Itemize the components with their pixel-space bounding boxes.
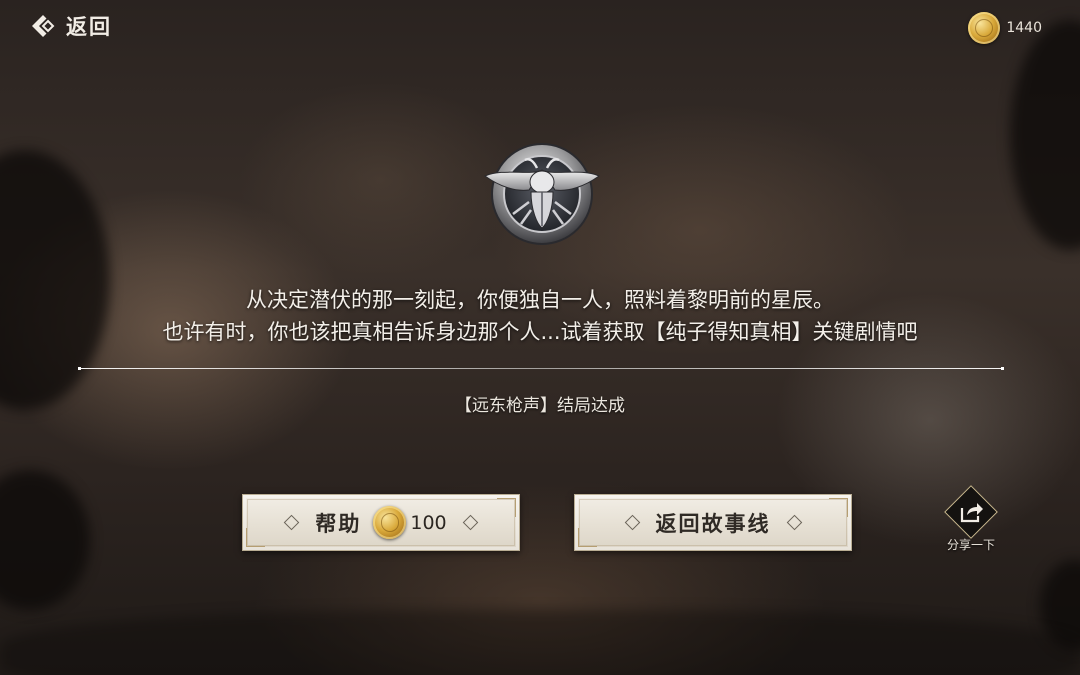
coin-balance: 1440	[968, 12, 1042, 44]
gold-coin-icon	[968, 12, 1001, 44]
return-storyline-button[interactable]: 返回故事线	[574, 494, 852, 551]
help-label: 帮助	[315, 510, 362, 536]
diamond-icon	[624, 514, 640, 531]
chevron-left-icon	[32, 15, 55, 37]
button-corner-trim	[829, 498, 848, 517]
button-corner-trim	[578, 528, 597, 547]
ink-splatter	[1010, 20, 1080, 250]
back-button[interactable]: 返回	[30, 10, 112, 42]
story-text: 从决定潜伏的那一刻起，你便独自一人，照料着黎明前的星辰。 也许有时，你也该把真相…	[60, 284, 1020, 348]
share-button[interactable]: 分享一下	[938, 485, 1004, 556]
ink-splatter	[0, 150, 110, 410]
return-storyline-label: 返回故事线	[655, 510, 771, 536]
ink-splatter	[0, 610, 1080, 675]
back-label: 返回	[66, 14, 112, 39]
diamond-icon	[284, 514, 300, 531]
help-button[interactable]: 帮助 100	[242, 494, 520, 551]
beetle-emblem-icon	[483, 143, 601, 245]
coin-count: 1440	[1006, 20, 1042, 36]
share-icon	[960, 503, 983, 523]
story-line-1: 从决定潜伏的那一刻起，你便独自一人，照料着黎明前的星辰。	[246, 288, 834, 312]
ending-screen: 返回 1440 从决定潜伏的那一刻起，你便独自一人，照料着黎明前的星辰。 也许有…	[0, 0, 1080, 675]
divider	[78, 367, 1004, 370]
button-corner-trim	[497, 498, 516, 517]
gold-coin-icon	[373, 506, 407, 539]
button-corner-trim	[246, 528, 265, 547]
story-line-2: 也许有时，你也该把真相告诉身边那个人...试着获取【纯子得知真相】关键剧情吧	[162, 320, 918, 344]
ink-splatter	[0, 470, 90, 610]
share-label: 分享一下	[946, 538, 995, 552]
diamond-icon	[786, 514, 802, 531]
diamond-icon	[462, 514, 478, 531]
ending-status: 【远东枪声】结局达成	[455, 396, 625, 416]
help-cost: 100	[410, 511, 447, 534]
